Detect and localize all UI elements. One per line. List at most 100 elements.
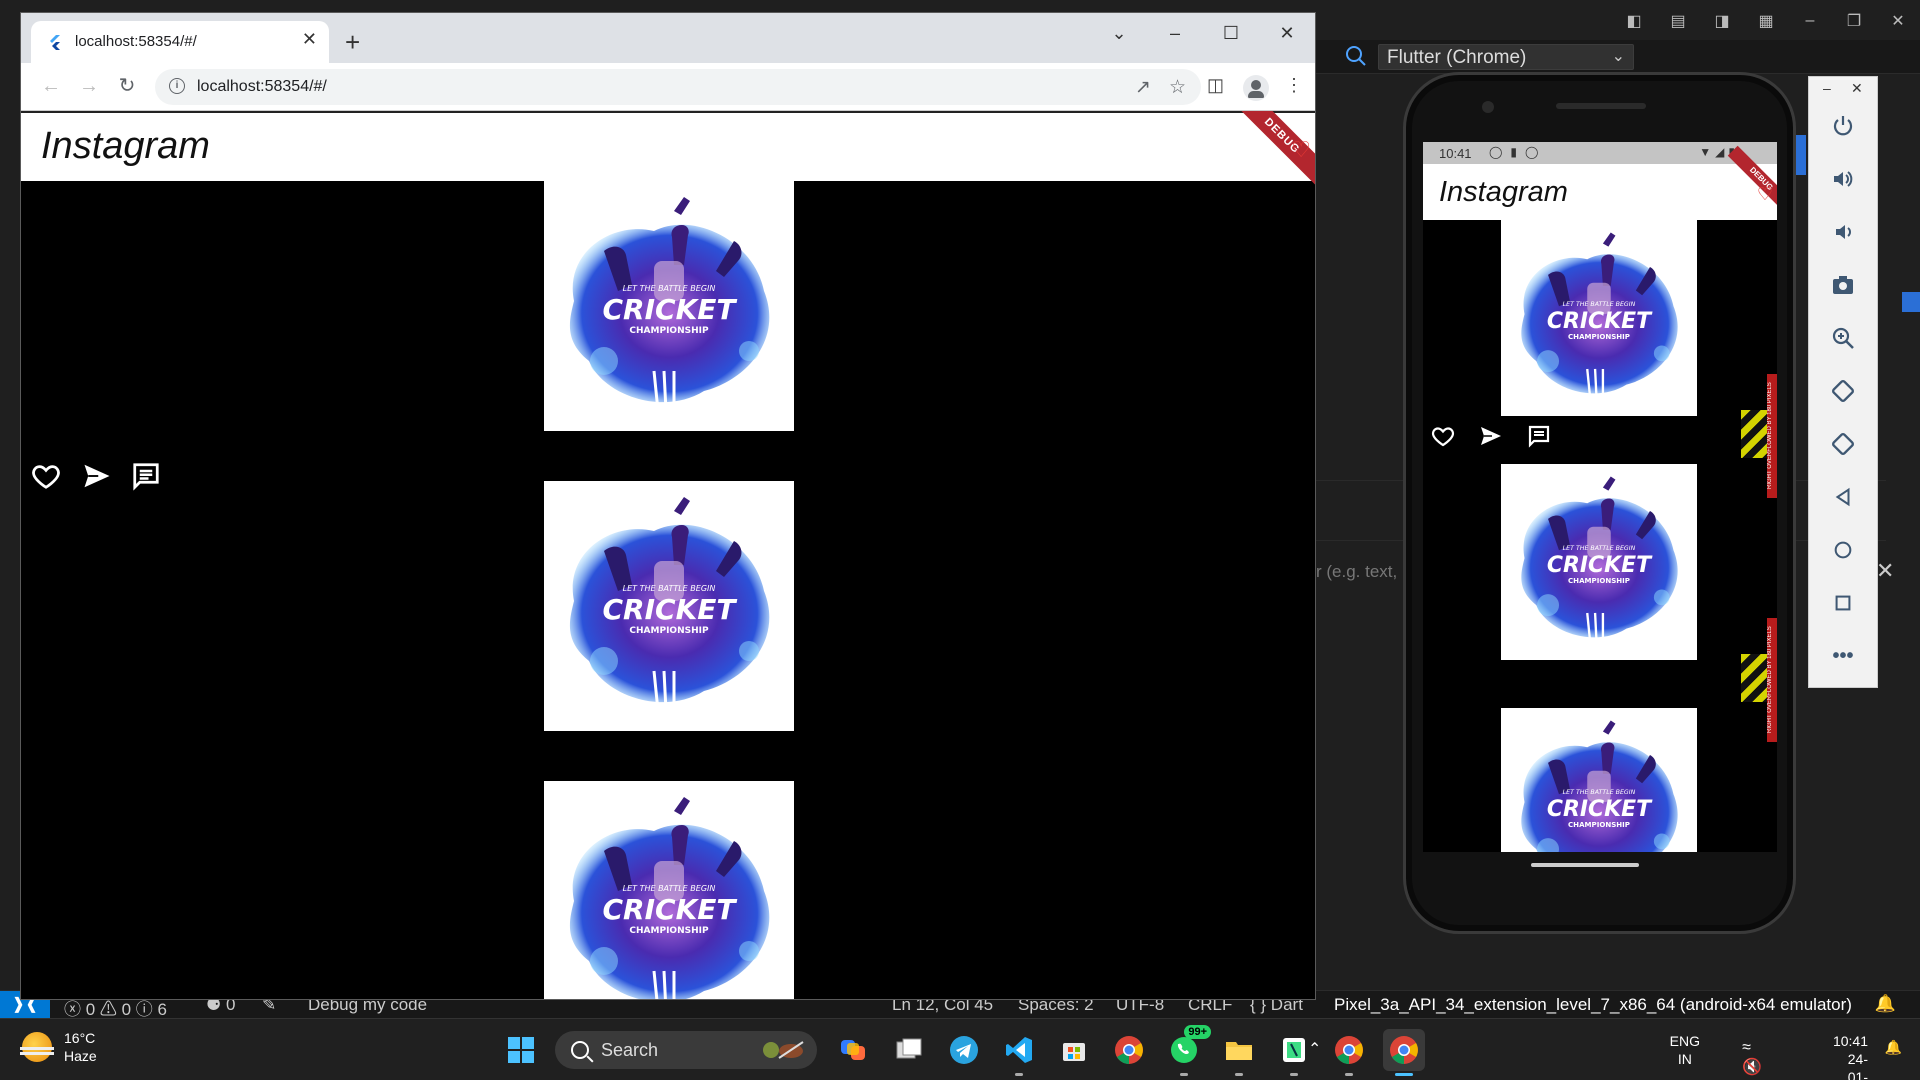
vscode-icon[interactable]: [998, 1029, 1040, 1076]
chrome-window: localhost:58354/#/ ✕ + ⌄ – ☐ ✕ ← → ↻ i l…: [20, 12, 1316, 1000]
microsoft-store-icon[interactable]: [1053, 1029, 1095, 1071]
emulator-screen[interactable]: 10:41 ◯▮◯ ▼◢▮ Instagram DEBUG ♡ LET THE …: [1423, 142, 1777, 852]
reload-icon[interactable]: ↻: [113, 73, 141, 101]
filter-input[interactable]: r (e.g. text,: [1316, 562, 1397, 582]
close-icon[interactable]: ✕: [1259, 13, 1315, 55]
close-icon[interactable]: ✕: [1851, 80, 1863, 97]
bookmark-star-icon[interactable]: ☆: [1169, 76, 1186, 99]
file-explorer-icon[interactable]: [1218, 1029, 1260, 1076]
gesture-home-bar[interactable]: [1531, 863, 1639, 867]
customize-layout-icon[interactable]: ▦: [1744, 11, 1788, 31]
comment-icon[interactable]: [131, 461, 181, 501]
poster-headline: CRICKET: [603, 593, 738, 626]
post-image: LET THE BATTLE BEGIN CRICKET CHAMPIONSHIP: [544, 181, 794, 431]
tab-title: localhost:58354/#/: [75, 33, 197, 50]
poster-subline: CHAMPIONSHIP: [629, 326, 709, 336]
poster-subline: CHAMPIONSHIP: [1568, 576, 1630, 585]
toggle-secondary-sidebar-icon[interactable]: ◨: [1700, 11, 1744, 31]
comment-icon[interactable]: [1527, 424, 1575, 454]
whatsapp-icon[interactable]: 99+: [1163, 1025, 1211, 1076]
tab-search-icon[interactable]: ⌄: [1091, 13, 1147, 55]
camera-icon[interactable]: [1824, 266, 1862, 304]
zoom-icon[interactable]: [1824, 319, 1862, 357]
task-view-icon[interactable]: [888, 1029, 930, 1071]
search-highlight-icon: [763, 1041, 804, 1059]
menu-icon[interactable]: ⋮: [1285, 75, 1303, 96]
overflow-stripes: [1741, 654, 1767, 702]
run-configuration-select[interactable]: Flutter (Chrome) ⌄: [1378, 44, 1634, 70]
post-image: LET THE BATTLE BEGIN CRICKET CHAMPIONSHIP: [544, 481, 794, 731]
power-icon[interactable]: [1824, 107, 1862, 145]
overflow-stripes: [1741, 410, 1767, 458]
site-info-icon[interactable]: i: [169, 78, 185, 94]
close-icon[interactable]: ✕: [1876, 11, 1920, 31]
volume-up-icon[interactable]: [1824, 160, 1862, 198]
show-hidden-icons-icon[interactable]: ⌃: [1308, 1039, 1321, 1059]
toggle-panel-icon[interactable]: ▤: [1656, 11, 1700, 31]
poster-tagline: LET THE BATTLE BEGIN: [623, 584, 716, 593]
weather-widget[interactable]: 16°C Haze: [20, 1029, 97, 1065]
notifications-icon[interactable]: 🔔: [1875, 994, 1896, 1014]
chrome-icon[interactable]: [1383, 1029, 1425, 1076]
post-image: LET THE BATTLE BEGIN CRICKET CHAMPIONSHIP: [1501, 220, 1697, 416]
heart-outline-icon[interactable]: [1431, 424, 1479, 454]
send-icon[interactable]: [1479, 424, 1527, 454]
share-icon[interactable]: ↗: [1135, 76, 1151, 99]
earpiece: [1556, 103, 1646, 109]
minimize-icon[interactable]: –: [1823, 80, 1831, 96]
device-status[interactable]: Pixel_3a_API_34_extension_level_7_x86_64…: [1334, 995, 1852, 1015]
telegram-icon[interactable]: [943, 1029, 985, 1071]
maximize-icon[interactable]: ☐: [1203, 13, 1259, 55]
heart-outline-icon[interactable]: [31, 461, 81, 501]
rotate-right-icon[interactable]: [1824, 425, 1862, 463]
forward-icon[interactable]: →: [75, 73, 103, 101]
chrome-icon[interactable]: [1108, 1029, 1150, 1071]
volume-down-icon[interactable]: [1824, 213, 1862, 251]
active-indicator: [1345, 1073, 1353, 1076]
post-actions: [1431, 424, 1575, 454]
overflow-text: RIGHT OVERFLOWED BY 180 PIXELS: [1767, 374, 1777, 498]
home-icon[interactable]: [1824, 531, 1862, 569]
address-bar[interactable]: i localhost:58354/#/ ↗ ☆: [155, 69, 1201, 105]
send-icon[interactable]: [81, 461, 131, 501]
browser-tab[interactable]: localhost:58354/#/ ✕: [31, 21, 329, 63]
side-panel-icon[interactable]: ◫: [1207, 75, 1224, 96]
overflow-warning: RIGHT OVERFLOWED BY 180 PIXELS: [1741, 374, 1777, 498]
back-icon[interactable]: ←: [37, 73, 65, 101]
overview-icon[interactable]: [1824, 584, 1862, 622]
region-code: IN: [1677, 1051, 1692, 1067]
windows-taskbar: 16°C Haze Search 99+ ⌃ ENG IN ≈🔇 10:41 2…: [0, 1018, 1920, 1080]
post-image: LET THE BATTLE BEGIN CRICKET CHAMPIONSHIP: [544, 781, 794, 999]
search-icon[interactable]: [1344, 44, 1368, 68]
status-time: 10:41: [1439, 146, 1472, 161]
cricket-poster-artwork: LET THE BATTLE BEGINCRICKETCHAMPIONSHIP: [1521, 720, 1678, 852]
maximize-icon[interactable]: ❐: [1832, 11, 1876, 31]
taskbar-search-label: Search: [601, 1039, 659, 1060]
copilot-icon[interactable]: [833, 1029, 875, 1071]
input-language[interactable]: ENG IN: [1670, 1032, 1700, 1068]
overflow-text: RIGHT OVERFLOWED BY 180 PIXELS: [1767, 618, 1777, 742]
poster-headline: CRICKET: [1547, 309, 1653, 334]
chrome-icon[interactable]: [1328, 1029, 1370, 1076]
more-icon[interactable]: •••: [1824, 637, 1862, 675]
minimize-icon[interactable]: –: [1147, 13, 1203, 55]
notifications-icon[interactable]: 🔔: [1885, 1039, 1902, 1056]
close-tab-icon[interactable]: ✕: [302, 29, 317, 50]
toggle-primary-sidebar-icon[interactable]: ◧: [1612, 11, 1656, 31]
network-volume-battery-icons[interactable]: ≈🔇▮: [1742, 1039, 1770, 1080]
profile-avatar[interactable]: [1243, 75, 1269, 101]
window-controls: ⌄ – ☐ ✕: [1091, 13, 1315, 55]
new-tab-button[interactable]: +: [345, 27, 360, 58]
rotate-left-icon[interactable]: [1824, 372, 1862, 410]
minimize-icon[interactable]: –: [1788, 12, 1832, 30]
post-actions: [31, 461, 181, 501]
close-icon[interactable]: ✕: [1876, 558, 1894, 584]
app-title: Instagram: [41, 125, 210, 167]
windows-start-icon[interactable]: [500, 1029, 542, 1071]
heart-icon[interactable]: ♡: [1291, 137, 1311, 163]
overflow-warning: RIGHT OVERFLOWED BY 180 PIXELS: [1741, 618, 1777, 742]
clock[interactable]: 10:41 24-01-2024: [1833, 1032, 1868, 1080]
back-icon[interactable]: [1824, 478, 1862, 516]
taskbar-search[interactable]: Search: [555, 1031, 817, 1069]
heart-icon[interactable]: ♡: [1757, 184, 1773, 205]
